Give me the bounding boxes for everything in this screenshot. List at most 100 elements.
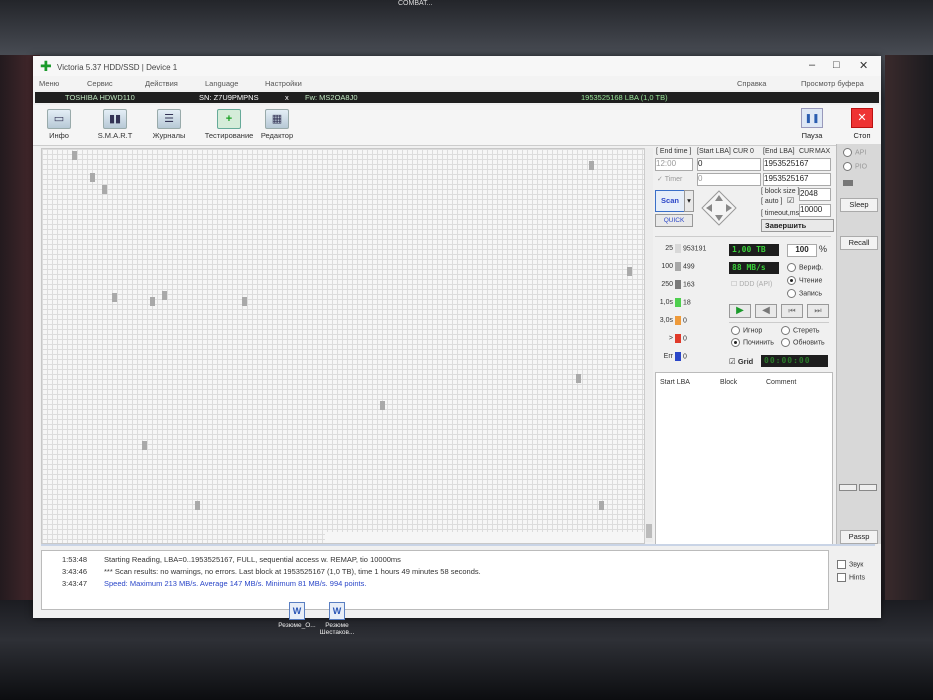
play-icon[interactable]: ▶ xyxy=(729,304,751,318)
pio-radio[interactable]: PIO xyxy=(843,162,867,171)
small-toggle[interactable] xyxy=(839,484,857,491)
block-size-select[interactable]: 2048 xyxy=(799,188,831,201)
editor-icon: ▦ xyxy=(265,109,289,129)
legend-swatch xyxy=(675,316,681,325)
finish-action-select[interactable]: Завершить xyxy=(761,219,834,232)
small-toggle[interactable] xyxy=(859,484,877,491)
reverse-icon[interactable]: ◀ xyxy=(755,304,777,318)
menu-item[interactable]: Language xyxy=(205,79,238,88)
victoria-window: ✚ Victoria 5.37 HDD/SSD | Device 1 – □ ✕… xyxy=(33,56,881,618)
action-repair-radio[interactable]: Починить xyxy=(731,338,774,347)
legend-swatch xyxy=(675,334,681,343)
scan-dropdown-icon[interactable]: ▾ xyxy=(684,190,694,212)
ddd-checkbox[interactable]: ☐ DDD (API) xyxy=(731,280,772,288)
stop-button[interactable]: ✕ Стоп xyxy=(845,108,879,140)
quick-button[interactable]: QUICK xyxy=(655,214,693,227)
grid-label: Grid xyxy=(737,357,754,366)
log-time: 3:43:46 xyxy=(62,567,88,576)
action-ignore-radio[interactable]: Игнор xyxy=(731,326,762,335)
legend-swatch xyxy=(675,244,681,253)
auto-checkbox[interactable]: ☑ xyxy=(787,196,794,205)
legend-threshold: 3,0s xyxy=(659,317,673,325)
end-cur-label[interactable]: CUR xyxy=(799,148,814,155)
tab-info[interactable]: ▭ Инфо xyxy=(37,109,81,140)
panel-divider[interactable] xyxy=(41,544,875,546)
column-comment[interactable]: Comment xyxy=(766,379,796,386)
menu-bar: Меню Сервис Действия Language Настройки … xyxy=(33,76,881,90)
block-size-label: [ block size ] xyxy=(761,188,800,195)
sleep-button[interactable]: Sleep xyxy=(840,198,878,212)
mode-read-radio[interactable]: Чтение xyxy=(787,276,822,285)
playback-controls: ▶ ◀ ⏮ ⏭ xyxy=(729,304,829,318)
legend-threshold: 25 xyxy=(665,245,673,253)
pause-button[interactable]: ❚❚ Пауза xyxy=(797,108,827,140)
timer-label: Timer xyxy=(664,176,683,183)
pause-label: Пауза xyxy=(801,131,823,140)
mode-write-radio[interactable]: Запись xyxy=(787,289,822,298)
grid-checkbox[interactable]: ☑ Grid xyxy=(729,357,753,366)
device-info-bar: TOSHIBA HDWD110 SN: Z7U9PMPNS x Fw: MS2O… xyxy=(35,92,879,103)
results-list[interactable]: Start LBA Block Comment xyxy=(655,372,833,546)
tab-smart[interactable]: ▮▮ S.M.A.R.T xyxy=(93,109,137,140)
device-serial: SN: Z7U9PMPNS xyxy=(199,93,259,102)
log-message: Starting Reading, LBA=0..1953525167, FUL… xyxy=(104,555,401,564)
end-max-label[interactable]: MAX xyxy=(815,148,830,155)
timeout-select[interactable]: 10000 xyxy=(799,204,831,217)
scan-button[interactable]: Scan xyxy=(655,190,685,212)
recall-button[interactable]: Recall xyxy=(840,236,878,250)
start-lba-field[interactable]: 0 xyxy=(697,158,761,171)
end-time-label: [ End time ] xyxy=(656,148,692,155)
event-log[interactable]: 1:53:48 Starting Reading, LBA=0..1953525… xyxy=(41,550,829,610)
legend-row: 100 499 xyxy=(657,262,717,271)
grid-scrollbar[interactable] xyxy=(644,148,653,542)
end-time-field[interactable]: 12:00 xyxy=(655,158,693,171)
window-title: Victoria 5.37 HDD/SSD | Device 1 xyxy=(57,63,178,72)
menu-item[interactable]: Сервис xyxy=(87,79,113,88)
skip-back-icon[interactable]: ⏮ xyxy=(781,304,803,318)
column-start-lba[interactable]: Start LBA xyxy=(660,379,690,386)
timer-checkbox[interactable]: ✓ Timer xyxy=(657,175,682,183)
legend-count: 163 xyxy=(683,281,695,289)
top-caption: COMBAT... xyxy=(398,0,433,7)
api-radio[interactable]: API xyxy=(843,148,866,157)
menu-item[interactable]: Справка xyxy=(737,79,766,88)
passport-button[interactable]: Passp xyxy=(840,530,878,544)
tab-testing[interactable]: + Тестирование xyxy=(201,109,257,140)
mode-verify-radio[interactable]: Вериф. xyxy=(787,263,823,272)
scrollbar-thumb[interactable] xyxy=(646,524,652,538)
radio-label: Игнор xyxy=(743,327,763,335)
percent-unit: % xyxy=(819,244,828,254)
menu-item[interactable]: Меню xyxy=(39,79,59,88)
log-message: *** Scan results: no warnings, no errors… xyxy=(104,567,481,576)
start-cur-label[interactable]: CUR xyxy=(733,148,748,155)
minimize-icon[interactable]: – xyxy=(809,59,815,71)
menu-item[interactable]: Настройки xyxy=(265,79,302,88)
column-block[interactable]: Block xyxy=(720,379,737,386)
maximize-icon[interactable]: □ xyxy=(833,59,840,71)
action-refresh-radio[interactable]: Обновить xyxy=(781,338,825,347)
direction-pad[interactable] xyxy=(701,190,737,226)
grid-slow-block xyxy=(589,161,594,170)
tab-editor[interactable]: ▦ Редактор xyxy=(255,109,299,140)
menu-item[interactable]: Действия xyxy=(145,79,178,88)
stop-label: Стоп xyxy=(853,131,871,140)
menu-item[interactable]: Просмотр буфера xyxy=(801,79,864,88)
end-lba-field[interactable]: 1953525167 xyxy=(763,158,831,171)
end-lba-field-2[interactable]: 1953525167 xyxy=(763,173,831,186)
close-icon[interactable]: ✕ xyxy=(859,59,868,72)
sound-checkbox[interactable]: Звук xyxy=(837,560,863,569)
tab-journals[interactable]: ☰ Журналы xyxy=(147,109,191,140)
radio-label: Вериф. xyxy=(799,264,824,272)
legend-swatch xyxy=(675,262,681,271)
timer-field[interactable]: 0 xyxy=(697,173,761,186)
device-firmware: Fw: MS2OA8J0 xyxy=(305,93,358,102)
action-erase-radio[interactable]: Стереть xyxy=(781,326,819,335)
hints-checkbox[interactable]: Hints xyxy=(837,573,865,582)
legend-threshold: > xyxy=(668,335,673,343)
skip-forward-icon[interactable]: ⏭ xyxy=(807,304,829,318)
desktop-background-top xyxy=(0,0,933,60)
desktop-file-icon[interactable]: W Резюме Шестаков... xyxy=(312,602,362,636)
ddd-label: DDD (API) xyxy=(739,281,773,288)
close-device-mark[interactable]: x xyxy=(285,93,289,102)
grid-slow-block xyxy=(72,151,77,160)
